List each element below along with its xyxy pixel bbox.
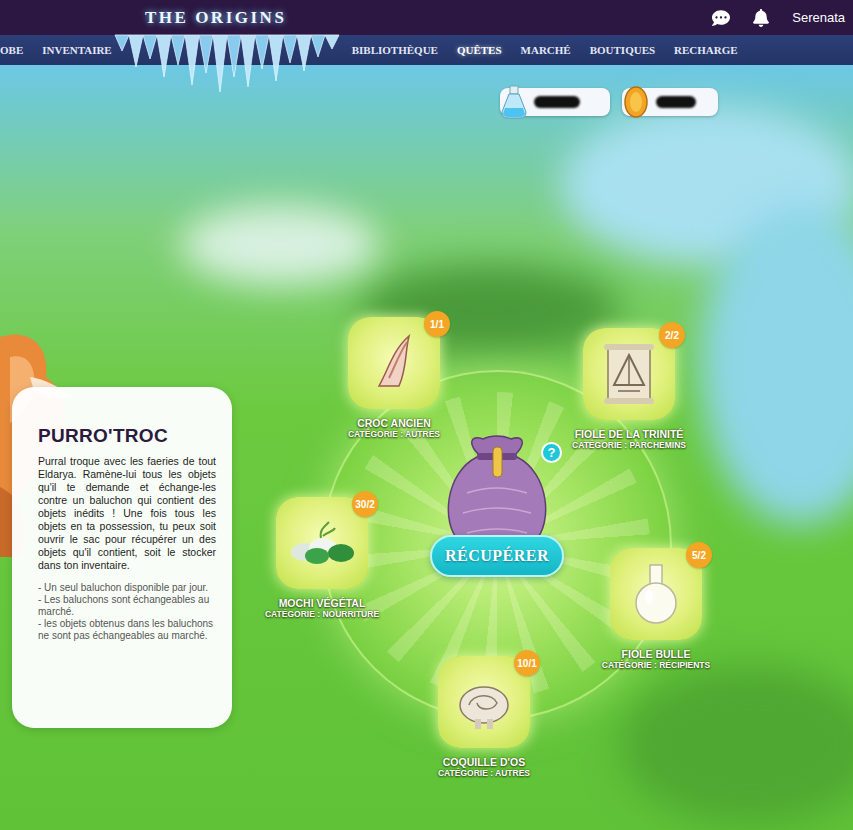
item-name: MOCHI VÉGÉTAL	[279, 597, 366, 609]
item-category: CATÉGORIE : AUTRES	[348, 429, 440, 439]
item-category: CATÉGORIE : AUTRES	[438, 768, 530, 778]
potion-icon	[498, 84, 530, 120]
item-name: CROC ANCIEN	[357, 417, 431, 429]
nav-item[interactable]: BIBLIOTHÈQUE	[352, 44, 438, 56]
crystal-decoration-icon	[112, 33, 342, 93]
trade-item: 2/2 FIOLE DE LA TRINITÉCATÉGORIE : PARCHE…	[549, 328, 709, 450]
nav-item[interactable]: INVENTAIRE	[42, 44, 111, 56]
item-count-badge: 10/1	[514, 650, 540, 676]
game-logo[interactable]: THE ORIGINS	[145, 8, 286, 28]
trade-item: 5/2 FIOLE BULLECATÉGORIE : RÉCIPIENTS	[576, 548, 736, 670]
item-tile[interactable]: 2/2	[583, 328, 675, 420]
retrieve-button[interactable]: RÉCUPÉRER	[430, 535, 564, 577]
quest-scene: PURRO'TROC Purral troque avec les faeries…	[0, 65, 853, 830]
item-category: CATÉGORIE : NOURRITURE	[265, 609, 379, 619]
item-tile[interactable]: 5/2	[610, 548, 702, 640]
item-tile[interactable]: 1/1	[348, 317, 440, 409]
top-bar: THE ORIGINS Serenata	[0, 0, 853, 35]
item-category: CATÉGORIE : RÉCIPIENTS	[602, 660, 710, 670]
trade-wheel: ?RÉCUPÉRER1/1CROC ANCIENCATÉGORIE : AUTR…	[240, 315, 720, 785]
nav-item[interactable]: MARCHÉ	[521, 44, 571, 56]
scroll-icon	[594, 339, 664, 409]
trade-item: 1/1 CROC ANCIENCATÉGORIE : AUTRES	[314, 317, 474, 439]
quest-note: - Un seul baluchon disponible par jour.	[38, 582, 216, 594]
flask-icon	[621, 559, 691, 629]
nav-item[interactable]: RECHARGE	[674, 44, 738, 56]
bone-shell-icon	[449, 667, 519, 737]
item-tile[interactable]: 30/2	[276, 497, 368, 589]
mochi-icon	[287, 508, 357, 578]
quest-title: PURRO'TROC	[38, 425, 216, 447]
item-category: CATÉGORIE : PARCHEMINS	[572, 440, 686, 450]
nav-item[interactable]: QUÊTES	[457, 44, 502, 56]
maana-balance[interactable]	[500, 88, 610, 116]
gold-balance[interactable]	[622, 88, 718, 116]
trade-item: 10/1 COQUILLE D'OSCATÉGORIE : AUTRES	[404, 656, 564, 778]
notifications-icon[interactable]	[752, 9, 770, 27]
trade-item: 30/2 MOCHI VÉGÉTALCATÉGORIE : NOURRITURE	[242, 497, 402, 619]
page: THE ORIGINS Serenata OBE INVENTAIRE BIBLIOTH…	[0, 0, 853, 830]
item-count-badge: 5/2	[686, 542, 712, 568]
quest-description: Purral troque avec les faeries de tout E…	[38, 455, 216, 572]
coin-icon	[620, 84, 652, 120]
fang-icon	[359, 328, 429, 398]
item-name: COQUILLE D'OS	[443, 756, 525, 768]
quest-note: - Les baluchons sont échangeables au mar…	[38, 594, 216, 618]
item-count-badge: 30/2	[352, 491, 378, 517]
quest-card: PURRO'TROC Purral troque avec les faeries…	[12, 387, 232, 728]
messages-icon[interactable]	[712, 9, 730, 27]
user-name[interactable]: Serenata	[792, 10, 847, 25]
nav-item[interactable]: BOUTIQUES	[590, 44, 655, 56]
quest-note: - les objets obtenus dans les baluchons …	[38, 618, 216, 642]
item-count-badge: 2/2	[659, 322, 685, 348]
nav-bar: OBE INVENTAIRE BIBLIOTHÈQUE QUÊTES MARCHÉ BOU…	[0, 35, 853, 65]
item-count-badge: 1/1	[424, 311, 450, 337]
item-name: FIOLE BULLE	[622, 648, 691, 660]
item-name: FIOLE DE LA TRINITÉ	[575, 428, 684, 440]
help-badge[interactable]: ?	[541, 442, 562, 463]
currency-bar	[0, 65, 853, 118]
nav-item[interactable]: OBE	[0, 44, 23, 56]
item-tile[interactable]: 10/1	[438, 656, 530, 748]
